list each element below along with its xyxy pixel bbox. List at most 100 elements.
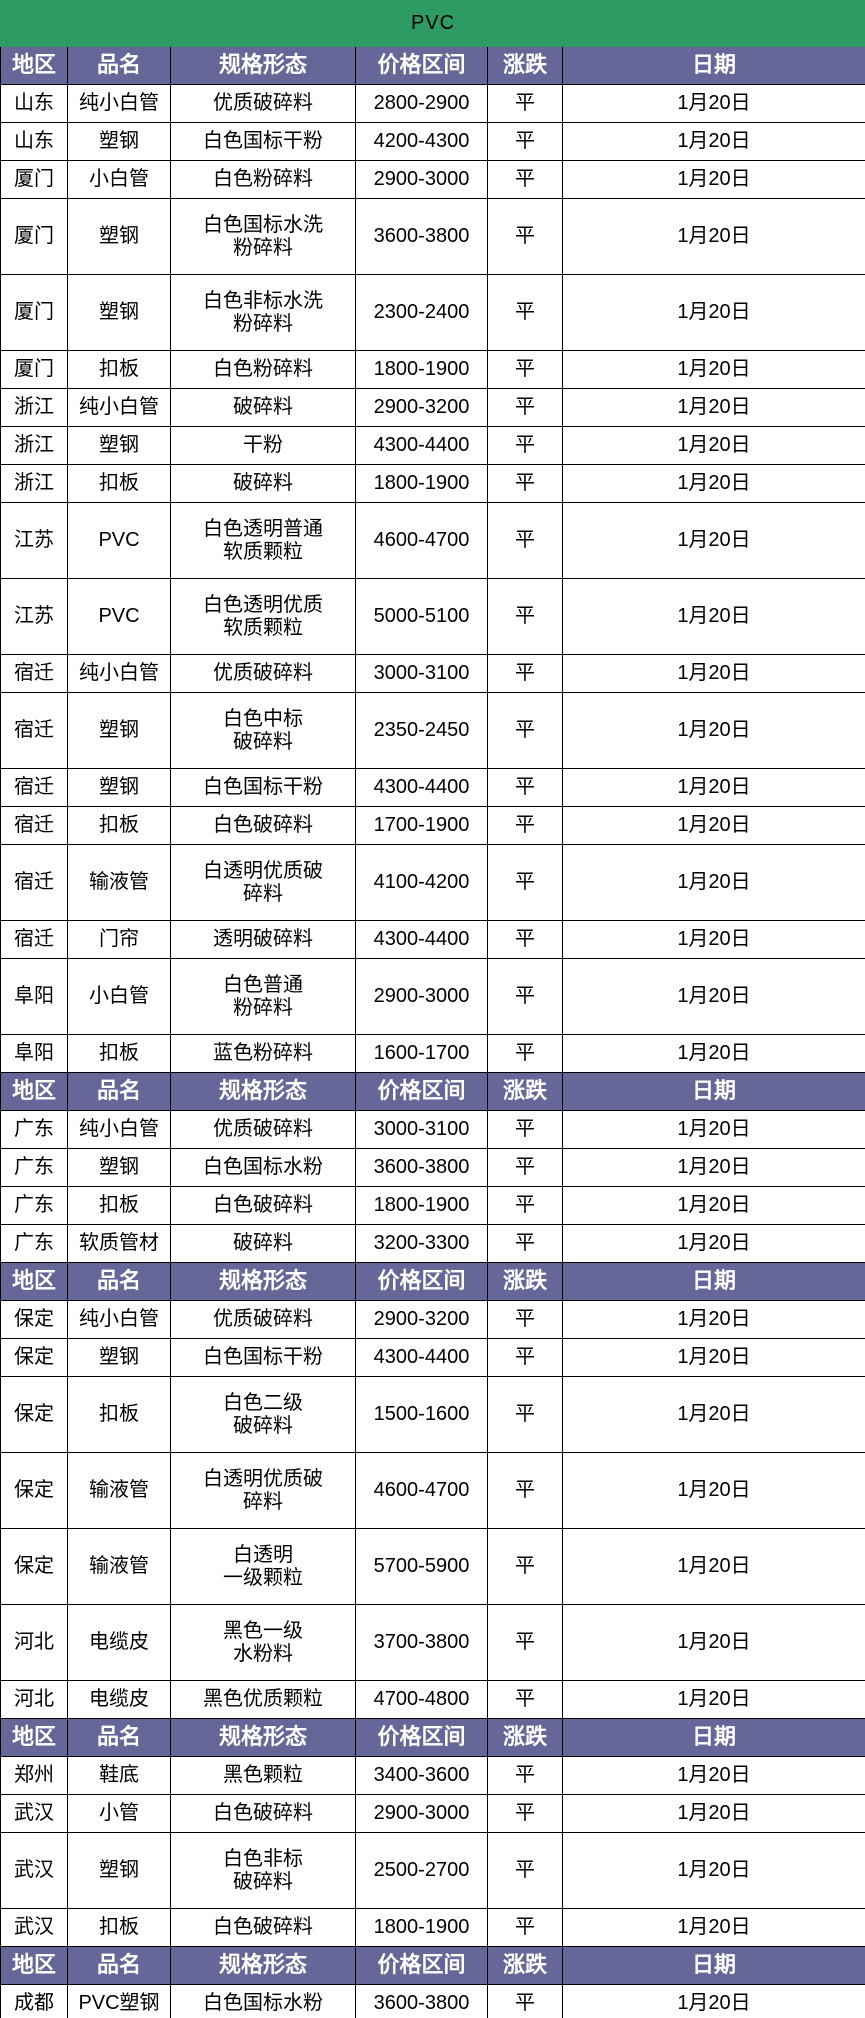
cell-product: 纯小白管	[67, 654, 171, 693]
cell-price: 1800-1900	[355, 350, 488, 389]
table-row: 厦门 塑钢 白色国标水洗 粉碎料 3600-3800 平 1月20日	[0, 198, 865, 275]
table-row: 浙江 塑钢 干粉 4300-4400 平 1月20日	[0, 426, 865, 465]
cell-date: 1月20日	[562, 1794, 865, 1833]
cell-spec: 白透明优质破 碎料	[170, 1452, 356, 1529]
cell-price: 3400-3600	[355, 1756, 488, 1795]
cell-price: 1700-1900	[355, 806, 488, 845]
table-row: 阜阳 扣板 蓝色粉碎料 1600-1700 平 1月20日	[0, 1034, 865, 1073]
cell-product: 纯小白管	[67, 388, 171, 427]
cell-region: 厦门	[0, 350, 68, 389]
cell-product: 电缆皮	[67, 1604, 171, 1681]
cell-change: 平	[487, 768, 563, 807]
cell-region: 阜阳	[0, 958, 68, 1035]
table-row: 河北 电缆皮 黑色一级 水粉料 3700-3800 平 1月20日	[0, 1604, 865, 1681]
cell-date: 1月20日	[562, 844, 865, 921]
cell-change: 平	[487, 1452, 563, 1529]
table-row: 阜阳 小白管 白色普通 粉碎料 2900-3000 平 1月20日	[0, 958, 865, 1035]
cell-region: 保定	[0, 1376, 68, 1453]
cell-product: 塑钢	[67, 426, 171, 465]
column-header-date: 日期	[562, 1262, 865, 1301]
table-row: 广东 软质管材 破碎料 3200-3300 平 1月20日	[0, 1224, 865, 1263]
table-row: 厦门 扣板 白色粉碎料 1800-1900 平 1月20日	[0, 350, 865, 389]
cell-price: 1800-1900	[355, 464, 488, 503]
cell-date: 1月20日	[562, 1452, 865, 1529]
cell-change: 平	[487, 1908, 563, 1947]
cell-change: 平	[487, 274, 563, 351]
cell-change: 平	[487, 502, 563, 579]
cell-product: 纯小白管	[67, 1110, 171, 1149]
cell-date: 1月20日	[562, 1528, 865, 1605]
table-row: 宿迁 塑钢 白色中标 破碎料 2350-2450 平 1月20日	[0, 692, 865, 769]
cell-price: 3700-3800	[355, 1604, 488, 1681]
column-header-change: 涨跌	[487, 46, 563, 85]
cell-spec: 破碎料	[170, 464, 356, 503]
cell-product: 输液管	[67, 1528, 171, 1605]
cell-product: 小管	[67, 1794, 171, 1833]
cell-product: PVC	[67, 578, 171, 655]
column-header-spec: 规格形态	[170, 1946, 356, 1985]
column-header-price: 价格区间	[355, 1946, 488, 1985]
cell-date: 1月20日	[562, 388, 865, 427]
cell-date: 1月20日	[562, 1034, 865, 1073]
cell-spec: 优质破碎料	[170, 654, 356, 693]
cell-region: 广东	[0, 1110, 68, 1149]
cell-spec: 白透明优质破 碎料	[170, 844, 356, 921]
cell-region: 江苏	[0, 502, 68, 579]
cell-price: 3600-3800	[355, 1984, 488, 2018]
column-header-spec: 规格形态	[170, 1072, 356, 1111]
cell-date: 1月20日	[562, 1756, 865, 1795]
column-header-region: 地区	[0, 1262, 68, 1301]
cell-date: 1月20日	[562, 1110, 865, 1149]
cell-price: 4100-4200	[355, 844, 488, 921]
column-header-product: 品名	[67, 1262, 171, 1301]
table-row: 广东 纯小白管 优质破碎料 3000-3100 平 1月20日	[0, 1110, 865, 1149]
cell-spec: 白色国标干粉	[170, 768, 356, 807]
cell-product: 电缆皮	[67, 1680, 171, 1719]
cell-date: 1月20日	[562, 122, 865, 161]
cell-region: 广东	[0, 1148, 68, 1187]
cell-date: 1月20日	[562, 920, 865, 959]
cell-spec: 白色国标水粉	[170, 1984, 356, 2018]
cell-change: 平	[487, 578, 563, 655]
cell-date: 1月20日	[562, 1908, 865, 1947]
cell-region: 保定	[0, 1300, 68, 1339]
cell-change: 平	[487, 920, 563, 959]
cell-price: 3200-3300	[355, 1224, 488, 1263]
cell-product: 纯小白管	[67, 1300, 171, 1339]
cell-product: PVC塑钢	[67, 1984, 171, 2018]
cell-spec: 蓝色粉碎料	[170, 1034, 356, 1073]
cell-spec: 白色透明优质 软质颗粒	[170, 578, 356, 655]
column-header-region: 地区	[0, 1718, 68, 1757]
column-header-row: 地区 品名 规格形态 价格区间 涨跌 日期	[0, 1262, 865, 1301]
cell-change: 平	[487, 1528, 563, 1605]
cell-date: 1月20日	[562, 198, 865, 275]
cell-price: 2800-2900	[355, 84, 488, 123]
cell-region: 阜阳	[0, 1034, 68, 1073]
cell-spec: 优质破碎料	[170, 84, 356, 123]
cell-region: 广东	[0, 1224, 68, 1263]
cell-date: 1月20日	[562, 1984, 865, 2018]
table-row: 河北 电缆皮 黑色优质颗粒 4700-4800 平 1月20日	[0, 1680, 865, 1719]
table-row: 宿迁 纯小白管 优质破碎料 3000-3100 平 1月20日	[0, 654, 865, 693]
column-header-date: 日期	[562, 1718, 865, 1757]
table-row: 山东 纯小白管 优质破碎料 2800-2900 平 1月20日	[0, 84, 865, 123]
cell-price: 4700-4800	[355, 1680, 488, 1719]
cell-date: 1月20日	[562, 692, 865, 769]
cell-price: 4200-4300	[355, 122, 488, 161]
cell-change: 平	[487, 1604, 563, 1681]
cell-region: 宿迁	[0, 806, 68, 845]
cell-change: 平	[487, 1680, 563, 1719]
table-row: 宿迁 扣板 白色破碎料 1700-1900 平 1月20日	[0, 806, 865, 845]
cell-price: 3600-3800	[355, 1148, 488, 1187]
table-row: 保定 塑钢 白色国标干粉 4300-4400 平 1月20日	[0, 1338, 865, 1377]
cell-date: 1月20日	[562, 350, 865, 389]
cell-spec: 白色国标水洗 粉碎料	[170, 198, 356, 275]
cell-price: 3000-3100	[355, 1110, 488, 1149]
cell-product: 门帘	[67, 920, 171, 959]
cell-date: 1月20日	[562, 1338, 865, 1377]
cell-change: 平	[487, 958, 563, 1035]
column-header-change: 涨跌	[487, 1262, 563, 1301]
cell-date: 1月20日	[562, 160, 865, 199]
cell-change: 平	[487, 806, 563, 845]
cell-spec: 白色非标水洗 粉碎料	[170, 274, 356, 351]
